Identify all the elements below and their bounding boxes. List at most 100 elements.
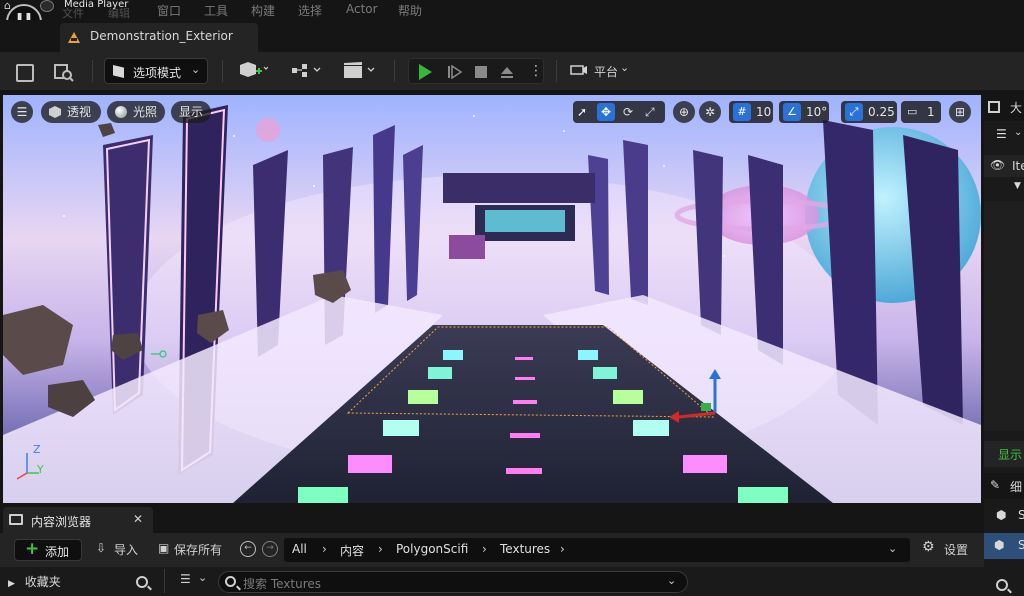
show-button[interactable]: 显示: [171, 101, 211, 123]
grid-snap[interactable]: # 10: [729, 101, 773, 123]
breadcrumb-separator: ›: [378, 542, 383, 556]
component-cube-icon: ⬢: [994, 538, 1005, 552]
viewport-menu-icon[interactable]: ☰: [11, 101, 33, 123]
media-player-icon[interactable]: [40, 0, 54, 12]
scale-icon[interactable]: ⤢: [645, 101, 655, 123]
gear-icon: ⚙: [922, 539, 935, 555]
breadcrumb-separator: ›: [322, 542, 327, 556]
menu-build[interactable]: 构建: [251, 2, 275, 19]
details-component-row[interactable]: ⬢ S: [984, 533, 1024, 559]
chevron-down-icon[interactable]: ⌄: [888, 542, 897, 555]
rotation-snap[interactable]: ∠ 10°: [779, 101, 829, 123]
play-controls: ⋮: [408, 58, 544, 84]
save-icon[interactable]: [12, 58, 34, 84]
content-browser-tab-label: 内容浏览器: [31, 515, 92, 529]
history-back-icon[interactable]: ←: [240, 541, 256, 557]
filter-icon[interactable]: ☰: [180, 572, 191, 586]
move-icon[interactable]: ✥: [597, 103, 615, 121]
breadcrumb-all[interactable]: All: [292, 542, 307, 556]
stop-icon[interactable]: [475, 66, 487, 78]
add-actor-icon[interactable]: [238, 61, 269, 79]
search-input[interactable]: 搜索 Textures ⌄: [218, 571, 688, 593]
blueprints-icon[interactable]: [290, 61, 321, 79]
component-name: S: [1018, 538, 1024, 552]
outliner-icon: [988, 101, 1000, 113]
level-viewport[interactable]: ☰ 透视 光照 显示 ➚ ✥ ⟳ ⤢ ⊕ ✲ # 10 ∠ 10° ⤢ 0.25…: [3, 95, 981, 503]
outliner-filter[interactable]: ☰ ⌄: [984, 123, 1024, 149]
lit-button[interactable]: 光照: [107, 101, 165, 123]
search-icon: [996, 579, 1008, 591]
plus-icon: +: [25, 539, 40, 559]
axis-z-label: Z: [33, 443, 41, 456]
toolbar-separator: [92, 60, 93, 82]
history-forward-icon[interactable]: →: [262, 541, 278, 557]
menu-edit[interactable]: 编辑: [108, 5, 130, 21]
breadcrumb-textures[interactable]: Textures: [500, 542, 550, 556]
angle-icon: ∠: [783, 103, 801, 121]
chevron-down-icon[interactable]: ⌄: [198, 571, 207, 584]
rotation-snap-value: 10°: [806, 105, 828, 119]
eject-icon[interactable]: [499, 65, 513, 79]
content-browser-filter-bar: ▶ 收藏夹 ☰ ⌄ 搜索 Textures ⌄: [0, 567, 984, 596]
outliner-header: 👁 Ite: [984, 155, 1024, 177]
search-icon[interactable]: [136, 576, 148, 588]
favorites-label: 收藏夹: [24, 575, 61, 589]
outliner-tab[interactable]: 大: [984, 95, 1024, 121]
outliner-label: 大: [1010, 101, 1023, 115]
step-forward-icon[interactable]: [447, 64, 463, 80]
viewport-layout-icon[interactable]: ⊞: [949, 101, 971, 123]
rotate-icon[interactable]: ⟳: [623, 101, 633, 123]
menu-bar: ⌂ U Media Player 文件 编辑 窗口 工具 构建 选择 Actor…: [0, 0, 1024, 40]
browse-content-icon[interactable]: [52, 58, 76, 84]
play-icon[interactable]: [419, 64, 432, 80]
menu-help[interactable]: 帮助: [398, 2, 422, 19]
eye-icon[interactable]: 👁: [990, 158, 1005, 172]
mode-select[interactable]: 选项模式 ⌄: [104, 58, 208, 84]
close-icon[interactable]: ✕: [133, 512, 143, 526]
perspective-button[interactable]: 透视: [41, 101, 101, 123]
content-browser-tab-row: 内容浏览器 ✕: [0, 503, 984, 533]
star: [313, 185, 315, 187]
cinematics-icon[interactable]: [342, 61, 375, 79]
platforms-button[interactable]: 平台 ⌄: [568, 58, 636, 84]
breadcrumb-polygonscifi[interactable]: PolygonScifi: [396, 542, 468, 556]
outliner-row[interactable]: ▼: [984, 179, 1024, 199]
star: [563, 130, 565, 132]
save-all-button[interactable]: 保存所有: [174, 541, 222, 558]
menu-actor[interactable]: Actor: [346, 2, 378, 16]
scale-snap-icon: ⤢: [845, 103, 863, 121]
selection-mode-icon: [113, 65, 124, 78]
show-label[interactable]: 显示: [998, 446, 1022, 463]
content-browser-icon: [9, 514, 23, 525]
menu-select[interactable]: 选择: [298, 2, 322, 19]
expand-arrow-icon: ▶: [8, 579, 15, 589]
actor-cube-icon: ⬢: [996, 508, 1007, 522]
actor-name: S: [1018, 508, 1024, 522]
surface-snap-icon[interactable]: ✲: [699, 101, 721, 123]
add-button[interactable]: + 添加: [14, 539, 82, 561]
scene-render: [3, 95, 981, 503]
content-browser-tab[interactable]: 内容浏览器 ✕: [3, 507, 153, 533]
settings-button[interactable]: 设置: [944, 541, 968, 558]
details-tab[interactable]: ✎ 细: [984, 473, 1024, 499]
world-space-icon[interactable]: ⊕: [673, 101, 695, 123]
outliner-show-bar: 显示: [984, 441, 1024, 467]
details-actor-row[interactable]: ⬢ S: [984, 503, 1024, 529]
menu-tools[interactable]: 工具: [204, 2, 228, 19]
details-search[interactable]: [984, 571, 1024, 596]
menu-window[interactable]: 窗口: [157, 2, 181, 19]
breadcrumb-content[interactable]: 内容: [340, 542, 364, 559]
menu-file[interactable]: 文件: [62, 5, 84, 21]
scale-snap[interactable]: ⤢ 0.25: [841, 101, 897, 123]
document-tab[interactable]: Demonstration_Exterior: [60, 23, 258, 52]
toolbar-separator: [222, 60, 223, 82]
play-options-icon[interactable]: ⋮: [529, 62, 543, 80]
camera-speed[interactable]: ▭ 1: [901, 101, 941, 123]
import-icon: ⇩: [96, 541, 107, 555]
grid-snap-value: 10: [756, 105, 772, 119]
right-panel: 大 ☰ ⌄ 👁 Ite ▼ 显示 ✎ 细 ⬢ S ⬢ S: [984, 95, 1024, 596]
document-tab-label: Demonstration_Exterior: [90, 29, 233, 43]
import-button[interactable]: 导入: [114, 541, 138, 558]
select-arrow-icon[interactable]: ➚: [577, 101, 587, 123]
favorites-toggle[interactable]: ▶ 收藏夹: [8, 573, 61, 590]
